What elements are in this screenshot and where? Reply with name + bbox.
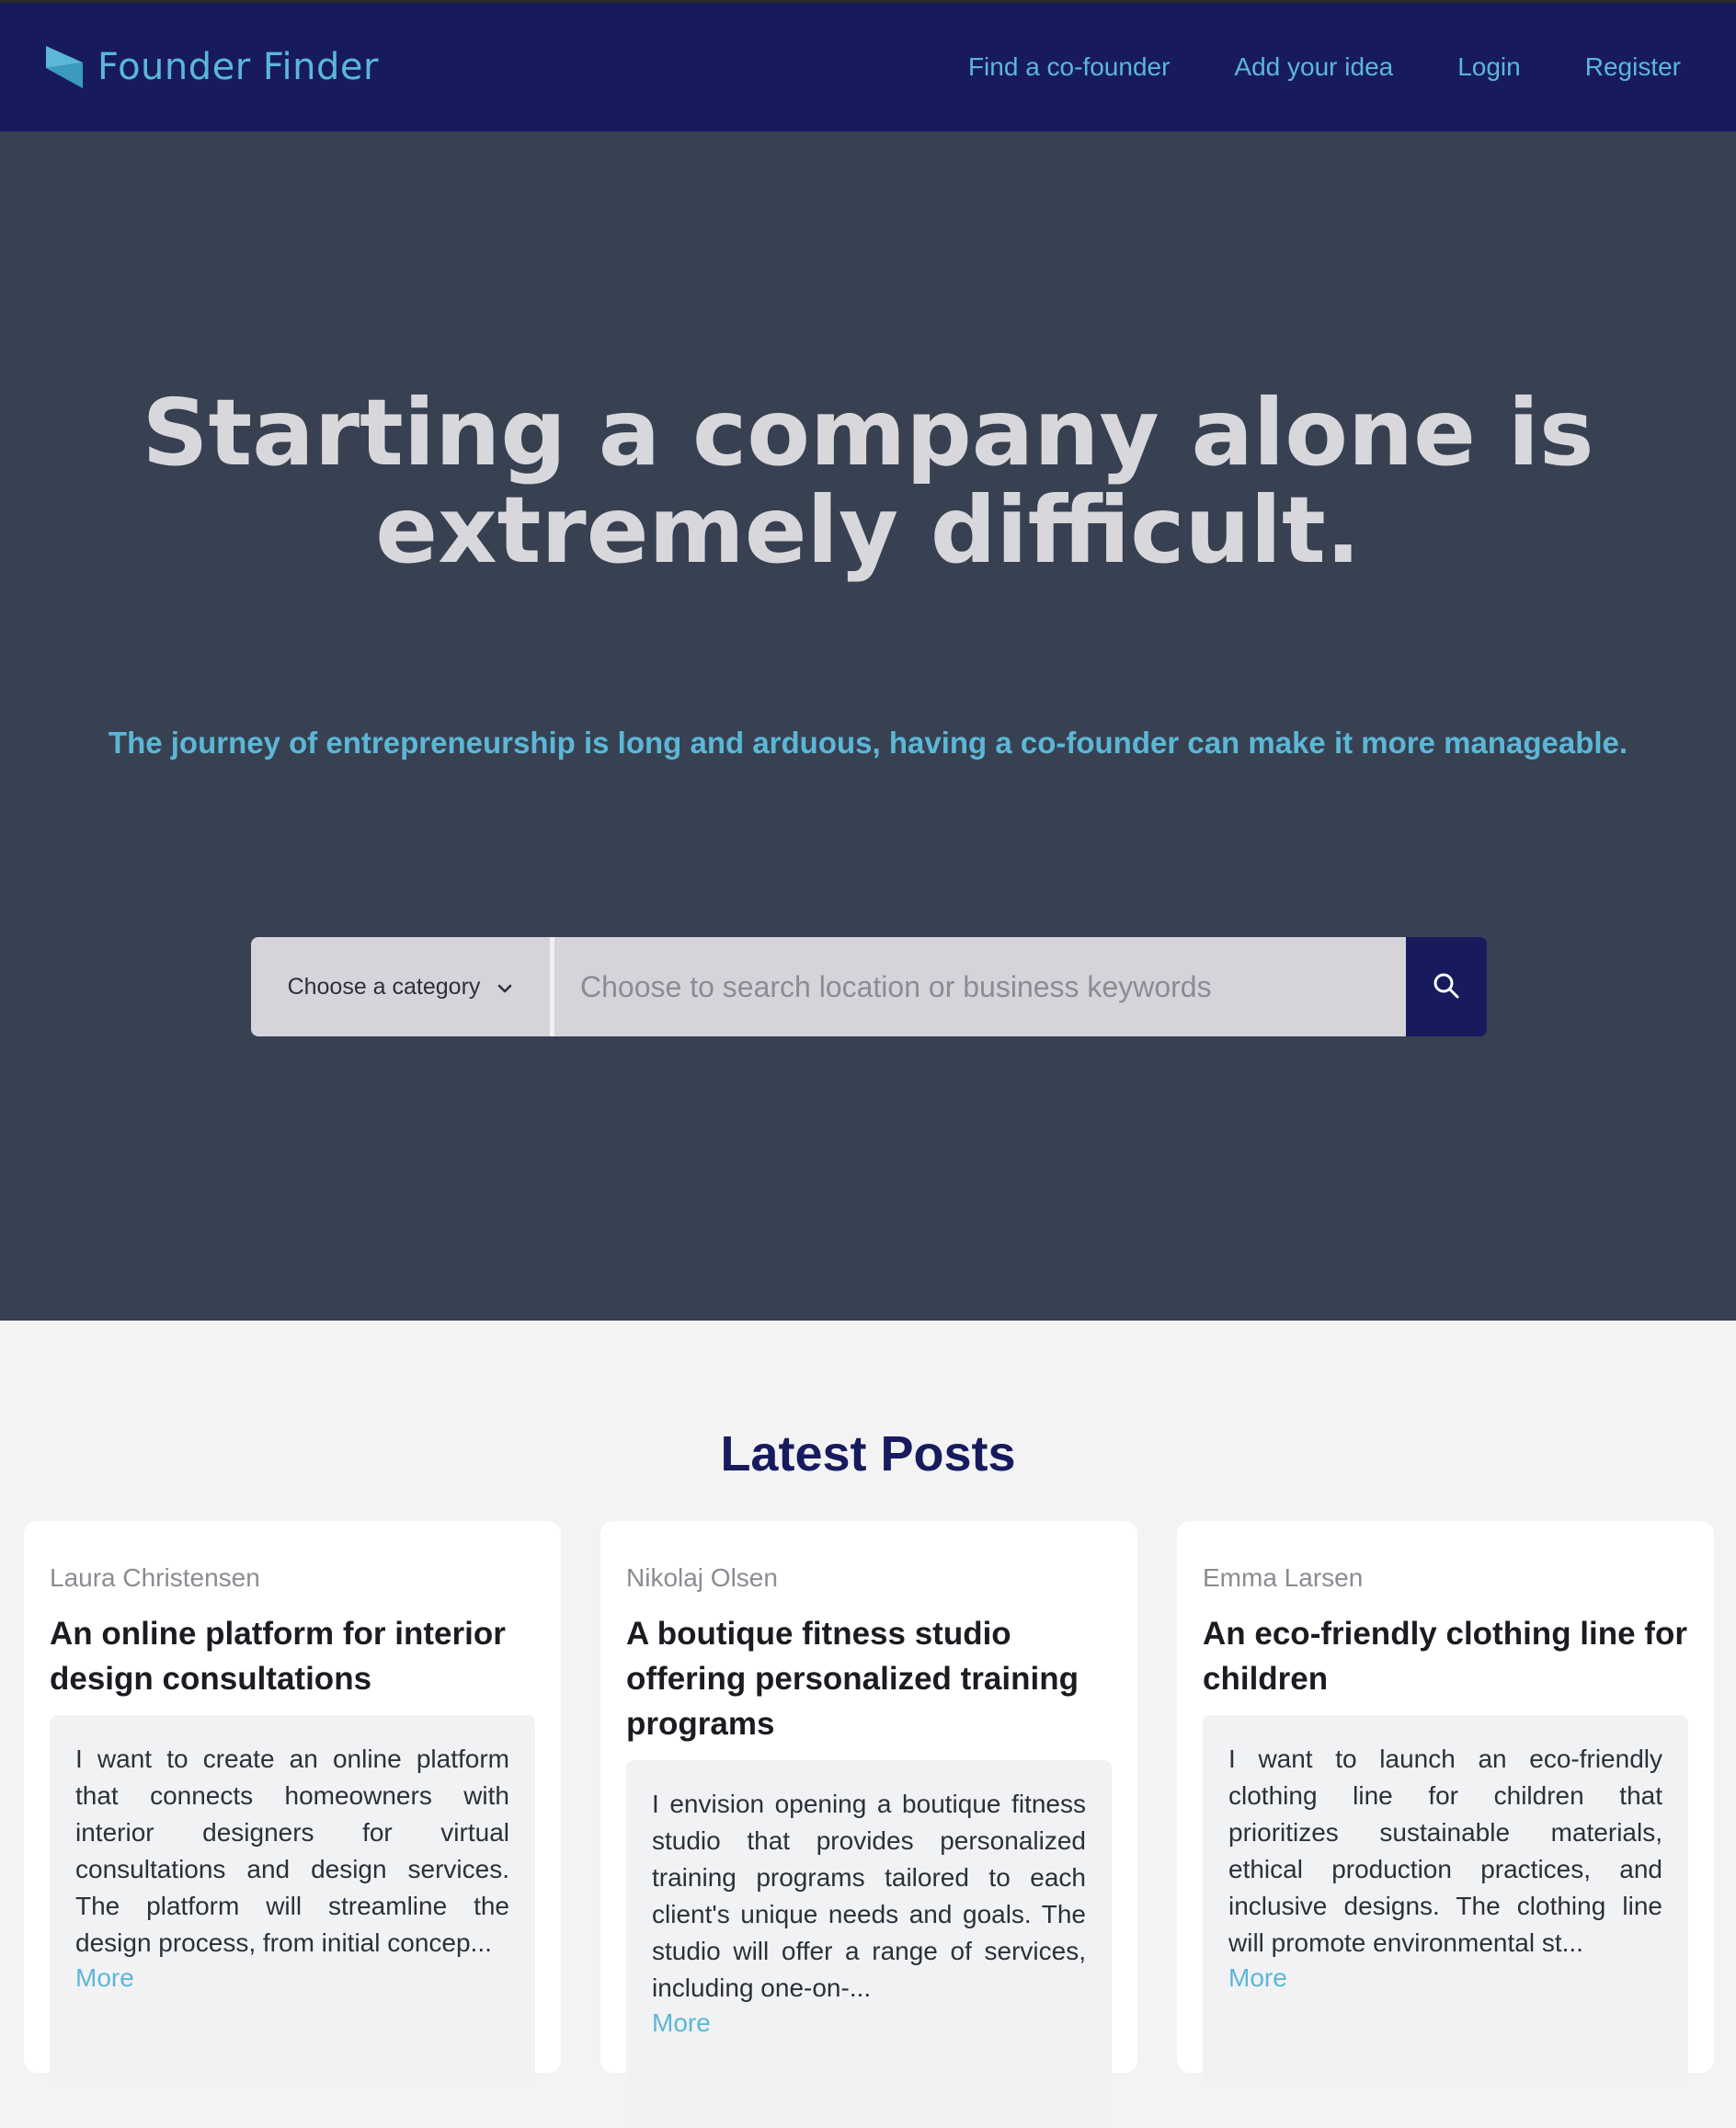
post-excerpt-box: I want to launch an eco-friendly clothin… <box>1203 1715 1688 2083</box>
nav-login[interactable]: Login <box>1457 52 1521 82</box>
brand-name: Founder Finder <box>97 46 379 88</box>
latest-posts-heading: Latest Posts <box>720 1426 1016 1482</box>
hero-subtitle: The journey of entrepreneurship is long … <box>108 726 1628 760</box>
posts-list: Laura Christensen An online platform for… <box>24 1521 1714 2128</box>
post-excerpt-box: I want to create an online platform that… <box>50 1715 535 2083</box>
post-card: Nikolaj Olsen A boutique fitness studio … <box>600 1521 1137 2128</box>
search-icon <box>1432 971 1461 1003</box>
hero-section: Starting a company alone is extremely di… <box>0 132 1736 1321</box>
search-bar: Choose a category <box>251 937 1487 1036</box>
post-excerpt: I want to launch an eco-friendly clothin… <box>1228 1745 1662 1957</box>
chevron-down-icon <box>497 974 513 1001</box>
post-more-link[interactable]: More <box>1228 1963 1662 1993</box>
top-navbar: Founder Finder Find a co-founder Add you… <box>0 0 1736 132</box>
post-title[interactable]: A boutique fitness studio offering perso… <box>626 1611 1112 1746</box>
hero-title: Starting a company alone is extremely di… <box>0 384 1736 579</box>
post-excerpt: I want to create an online platform that… <box>75 1745 509 1957</box>
hero-title-line-2: extremely difficult. <box>375 476 1361 584</box>
flag-logo-icon <box>44 44 85 90</box>
post-excerpt-box: I envision opening a boutique fitness st… <box>626 1760 1112 2128</box>
post-title[interactable]: An online platform for interior design c… <box>50 1611 535 1701</box>
post-card: Laura Christensen An online platform for… <box>24 1521 561 2083</box>
post-author: Emma Larsen <box>1203 1563 1364 1592</box>
main-nav: Find a co-founder Add your idea Login Re… <box>968 52 1681 82</box>
hero-title-line-1: Starting a company alone is <box>142 379 1594 486</box>
post-more-link[interactable]: More <box>652 2008 1086 2038</box>
brand-logo-link[interactable]: Founder Finder <box>44 44 379 90</box>
post-author: Laura Christensen <box>50 1563 260 1592</box>
category-dropdown[interactable]: Choose a category <box>251 937 554 1036</box>
category-label: Choose a category <box>287 973 481 1000</box>
post-more-link[interactable]: More <box>75 1963 509 1993</box>
search-button[interactable] <box>1406 937 1487 1036</box>
nav-add-idea[interactable]: Add your idea <box>1234 52 1393 82</box>
post-card: Emma Larsen An eco-friendly clothing lin… <box>1177 1521 1714 2083</box>
nav-register[interactable]: Register <box>1585 52 1681 82</box>
post-author: Nikolaj Olsen <box>626 1563 778 1592</box>
search-input[interactable] <box>554 937 1406 1036</box>
nav-find-cofounder[interactable]: Find a co-founder <box>968 52 1170 82</box>
post-excerpt: I envision opening a boutique fitness st… <box>652 1790 1086 2002</box>
post-title[interactable]: An eco-friendly clothing line for childr… <box>1203 1611 1688 1701</box>
